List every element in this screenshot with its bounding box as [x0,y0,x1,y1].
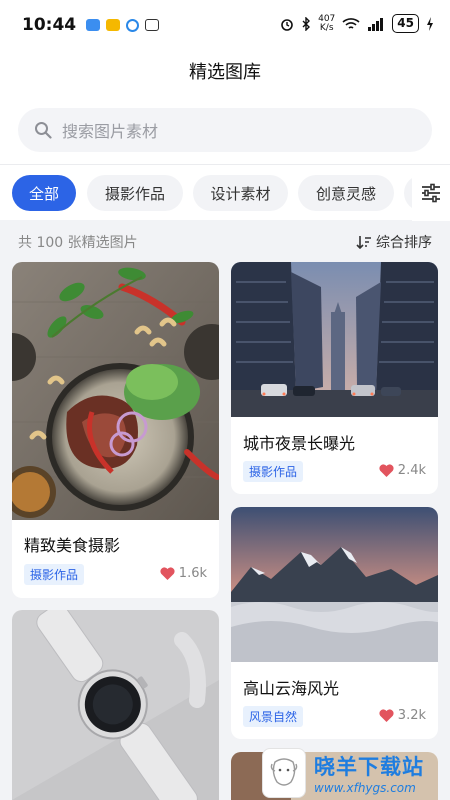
food-photo [12,262,219,520]
heart-icon [379,464,394,477]
wifi-icon [342,17,360,29]
sort-icon [356,236,371,249]
filter-sliders-icon [422,183,440,203]
tab-photography[interactable]: 摄影作品 [87,175,183,211]
notification-icons [86,18,160,32]
image-count: 共 100 张精选图片 [18,235,138,251]
tab-all[interactable]: 全部 [12,175,76,211]
like-count-value: 1.6k [178,566,207,581]
status-time: 10:44 [22,15,77,35]
heart-icon [379,709,394,722]
like-count[interactable]: 1.6k [160,566,207,581]
page-title: 精选图库 [189,62,261,83]
card-title: 精致美食摄影 [24,536,121,555]
category-tag: 风景自然 [243,706,304,727]
sort-label: 综合排序 [376,235,432,251]
alarm-icon [281,18,293,31]
app-notification-icon [86,18,101,31]
signal-icon [368,17,384,31]
filter-button[interactable] [412,165,450,221]
search-placeholder[interactable]: 搜索图片素材 [62,118,158,142]
bluetooth-icon [302,16,311,31]
charging-icon [427,16,433,31]
net-speed-unit: K/s [319,22,334,33]
battery-level: 45 [392,14,419,33]
like-count-value: 3.2k [397,708,426,723]
card-title: 高山云海风光 [243,679,340,698]
sheep-icon [270,757,298,786]
search-bar[interactable]: 搜索图片素材 [18,108,432,152]
info-bar: 共 100 张精选图片 综合排序 [0,222,450,262]
sort-button[interactable]: 综合排序 [356,232,432,252]
mail-notification-icon [106,18,121,31]
mountain-photo [231,507,438,662]
watermark: 晓羊下载站 www.xfhygs.com [262,745,450,800]
search-icon [35,122,52,139]
like-count[interactable]: 3.2k [379,708,426,723]
network-speed: 407 K/s [318,14,335,33]
header: 精选图库 搜索图片素材 [0,50,450,164]
like-count-value: 2.4k [397,463,426,478]
nfc-icon [145,18,160,31]
gallery-card-food[interactable]: 精致美食摄影 摄影作品 1.6k [12,262,219,598]
watch-photo [12,610,219,800]
category-tag: 摄影作品 [243,461,304,482]
tab-design-assets[interactable]: 设计素材 [193,175,288,211]
watermark-name: 晓羊下载站 [314,754,424,779]
city-photo [231,262,438,417]
status-bar: 10:44 407 K/s 45 [0,0,450,50]
category-tag: 摄影作品 [24,564,85,585]
tab-creative[interactable]: 创意灵感 [298,175,394,211]
chat-notification-icon [126,18,140,32]
category-tabs: 全部 摄影作品 设计素材 创意灵感 图 [0,164,450,221]
gallery-card-mountain[interactable]: 高山云海风光 风景自然 3.2k [231,507,438,739]
gallery-card-watch[interactable] [12,610,219,800]
like-count[interactable]: 2.4k [379,463,426,478]
gallery-card-city[interactable]: 城市夜景长曝光 摄影作品 2.4k [231,262,438,494]
card-title: 城市夜景长曝光 [243,434,356,453]
watermark-url: www.xfhygs.com [314,780,416,795]
heart-icon [160,567,175,580]
watermark-logo [262,747,306,798]
